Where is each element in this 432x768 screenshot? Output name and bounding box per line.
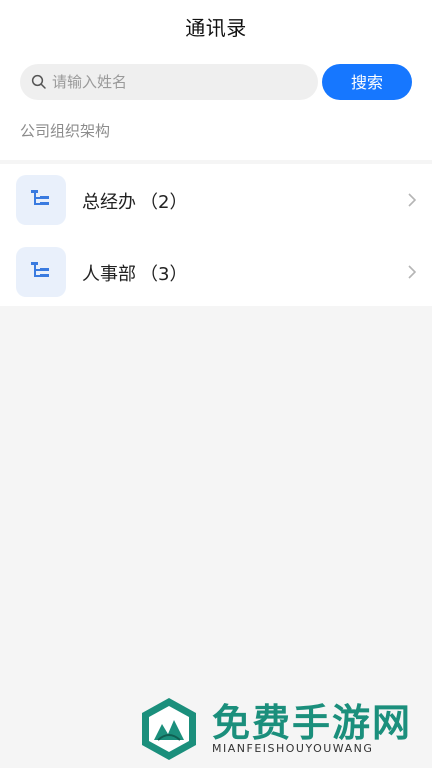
chevron-right-icon bbox=[408, 265, 416, 279]
department-label: 总经办 （2） bbox=[82, 188, 187, 214]
department-icon-tile bbox=[16, 247, 66, 297]
search-input[interactable] bbox=[52, 71, 304, 93]
search-box[interactable] bbox=[20, 64, 318, 100]
department-label: 人事部 （3） bbox=[82, 260, 187, 286]
watermark-title: 免费手游网 bbox=[212, 701, 413, 745]
page-title: 通讯录 bbox=[185, 16, 247, 40]
department-name: 人事部 bbox=[82, 264, 136, 285]
department-count: （3） bbox=[140, 264, 188, 285]
org-chart-icon bbox=[31, 262, 49, 277]
section-title: 公司组织架构 bbox=[20, 122, 111, 140]
department-icon-tile bbox=[16, 175, 66, 225]
search-icon bbox=[31, 74, 46, 89]
app-screen: 通讯录 搜索 公司组织架构 bbox=[0, 0, 432, 768]
department-name: 总经办 bbox=[82, 192, 136, 213]
header: 通讯录 搜索 公司组织架构 bbox=[0, 0, 432, 160]
list-item[interactable]: 总经办 （2） bbox=[0, 164, 432, 236]
department-list: 总经办 （2） 人事部 （3） bbox=[0, 164, 432, 306]
chevron-right-icon bbox=[408, 193, 416, 207]
search-button[interactable]: 搜索 bbox=[322, 64, 412, 100]
search-row: 搜索 bbox=[20, 64, 412, 100]
list-item[interactable]: 人事部 （3） bbox=[0, 236, 432, 308]
org-chart-icon bbox=[31, 190, 49, 205]
watermark-logo bbox=[142, 698, 196, 760]
department-count: （2） bbox=[140, 192, 188, 213]
watermark: 免费手游网 MIANFEISHOUYOUWANG bbox=[136, 692, 426, 768]
watermark-subtitle: MIANFEISHOUYOUWANG bbox=[212, 742, 374, 755]
